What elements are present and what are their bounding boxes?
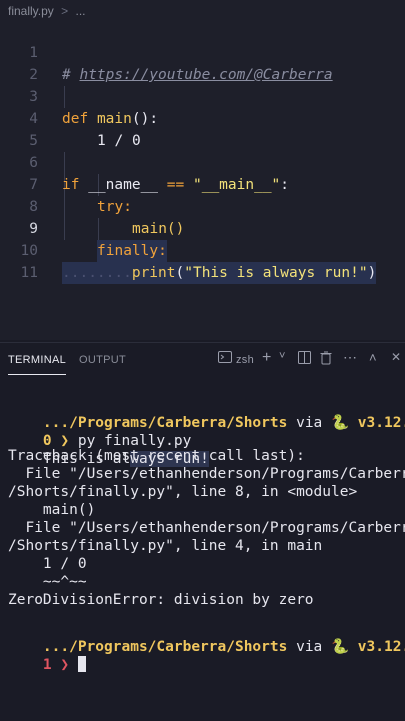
panel-tabs: TERMINAL OUTPUT zsh + ˅ ⋯ ˄ ✕ bbox=[0, 343, 405, 377]
terminal-input-line[interactable]: 1 ❯ bbox=[8, 634, 405, 673]
tab-terminal[interactable]: TERMINAL bbox=[8, 354, 67, 375]
terminal-icon[interactable] bbox=[218, 351, 232, 366]
text-cursor bbox=[77, 656, 86, 672]
code-line-8[interactable]: 8 main() bbox=[0, 174, 405, 237]
code-line-9[interactable]: 9 finally: bbox=[0, 196, 405, 262]
breadcrumb-separator: > bbox=[61, 4, 69, 18]
open-paren: ( bbox=[175, 265, 185, 281]
breadcrumb-file[interactable]: finally.py bbox=[8, 4, 54, 18]
code-line-1[interactable]: 1 # https://youtube.com/@Carberra bbox=[0, 20, 405, 83]
code-line-10[interactable]: 10 ........print("This is always run!") bbox=[0, 218, 405, 284]
exit-status: 1 bbox=[42, 657, 52, 673]
code-line-5[interactable]: 5 bbox=[0, 108, 405, 149]
chevron-up-icon[interactable]: ˄ bbox=[369, 350, 377, 365]
close-paren: ) bbox=[367, 265, 377, 281]
line-number: 11 bbox=[20, 265, 38, 281]
chevron-down-icon[interactable]: ˅ bbox=[279, 350, 286, 362]
breadcrumb-ellipsis[interactable]: ... bbox=[76, 4, 86, 18]
trash-icon[interactable] bbox=[320, 351, 332, 368]
string-literal: "This is always run!" bbox=[184, 265, 368, 281]
code-line-4[interactable]: 4 1 / 0 bbox=[0, 86, 405, 149]
code-line-6[interactable]: 6 if __name__ == "__main__": bbox=[0, 130, 405, 193]
whitespace-dots: ........ bbox=[62, 265, 132, 281]
prompt-arrow: ❯ bbox=[60, 657, 70, 673]
tab-output[interactable]: OUTPUT bbox=[79, 354, 126, 366]
code-editor[interactable]: finally.py > ... 1 # https://youtube.com… bbox=[0, 0, 405, 340]
plus-icon[interactable]: + bbox=[262, 349, 272, 367]
code-line-7[interactable]: 7 try: bbox=[0, 152, 405, 215]
code-line-11[interactable]: 11 bbox=[0, 240, 405, 281]
code-line-3[interactable]: 3 def main(): bbox=[0, 64, 405, 127]
print-function: print bbox=[131, 265, 176, 281]
shell-label[interactable]: zsh bbox=[236, 354, 254, 366]
close-icon[interactable]: ✕ bbox=[391, 350, 401, 364]
terminal-output-line: ZeroDivisionError: division by zero bbox=[8, 592, 314, 608]
breadcrumb: finally.py > ... bbox=[0, 0, 405, 22]
code-line-2[interactable]: 2 bbox=[0, 42, 405, 83]
ellipsis-icon[interactable]: ⋯ bbox=[343, 349, 357, 366]
split-icon[interactable] bbox=[298, 351, 311, 367]
